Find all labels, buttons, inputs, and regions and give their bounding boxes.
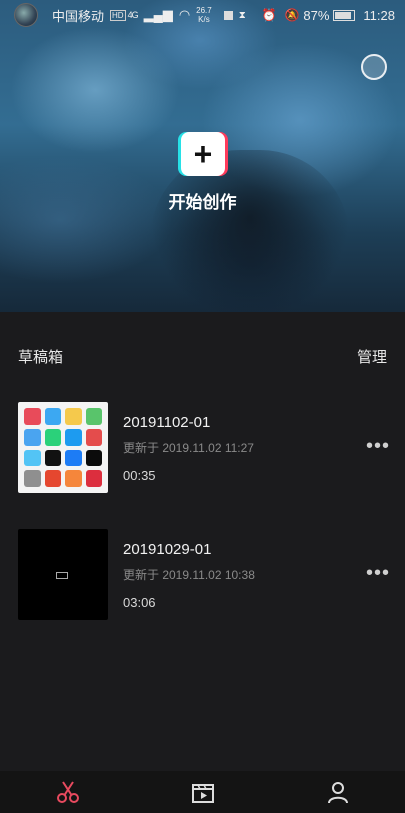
create-label[interactable]: 开始创作 xyxy=(0,188,405,213)
hd-badge: HD xyxy=(110,9,126,21)
more-options-icon[interactable]: ••• xyxy=(366,563,390,583)
clapperboard-icon xyxy=(191,784,214,803)
draft-updated-time: 更新于 2019.11.02 10:38 xyxy=(123,568,255,582)
draft-duration: 03:06 xyxy=(123,595,156,610)
clock: 11:28 xyxy=(363,7,395,23)
network-speed: 26.7 K/s xyxy=(196,6,212,24)
mute-icon: 🔕 xyxy=(284,8,300,22)
moon-icon[interactable] xyxy=(361,54,387,80)
draft-duration: 00:35 xyxy=(123,468,156,483)
draft-item[interactable]: 20191029-01 更新于 2019.11.02 10:38 03:06 •… xyxy=(18,529,390,621)
status-bar: 中国移动 HD 4G ▂▄▆ ◠ 26.7 K/s ⧗ ⏰ 🔕 87% 11:2… xyxy=(0,0,405,30)
thumbnail-logo-icon xyxy=(56,572,68,579)
hourglass-icon: ⧗ xyxy=(238,9,246,21)
hero-silhouette xyxy=(150,150,350,312)
tab-profile[interactable] xyxy=(270,771,405,813)
speed-unit: K/s xyxy=(198,15,210,24)
speed-value: 26.7 xyxy=(196,6,212,15)
tab-templates[interactable] xyxy=(135,771,270,813)
draft-item[interactable]: 20191102-01 更新于 2019.11.02 11:27 00:35 •… xyxy=(18,402,390,494)
create-button[interactable]: + xyxy=(181,132,225,176)
wifi-icon: ◠ xyxy=(178,7,191,22)
carrier-name: 中国移动 xyxy=(52,8,105,24)
bottom-tab-bar xyxy=(0,771,405,813)
plus-icon: + xyxy=(193,136,213,172)
drafts-title: 草稿箱 xyxy=(18,349,64,366)
battery-percent: 87% xyxy=(303,7,330,23)
battery-icon xyxy=(333,9,356,21)
person-icon xyxy=(327,782,348,804)
notification-avatar-icon xyxy=(14,3,38,27)
signal-bars-icon: ▂▄▆ xyxy=(143,7,173,22)
notification-square-icon xyxy=(223,10,233,20)
draft-thumbnail xyxy=(18,529,108,620)
signal-label: 4G xyxy=(127,10,139,20)
draft-thumbnail xyxy=(18,402,108,493)
scissors-icon xyxy=(56,781,79,803)
draft-name: 20191102-01 xyxy=(123,414,211,431)
manage-button[interactable]: 管理 xyxy=(357,346,387,367)
more-options-icon[interactable]: ••• xyxy=(366,436,390,456)
hero-banner: + 开始创作 xyxy=(0,0,405,312)
alarm-icon: ⏰ xyxy=(261,8,277,22)
draft-updated-time: 更新于 2019.11.02 11:27 xyxy=(123,441,254,455)
tab-edit[interactable] xyxy=(0,771,135,813)
draft-name: 20191029-01 xyxy=(123,541,212,558)
drafts-header: 草稿箱 管理 xyxy=(18,346,387,367)
